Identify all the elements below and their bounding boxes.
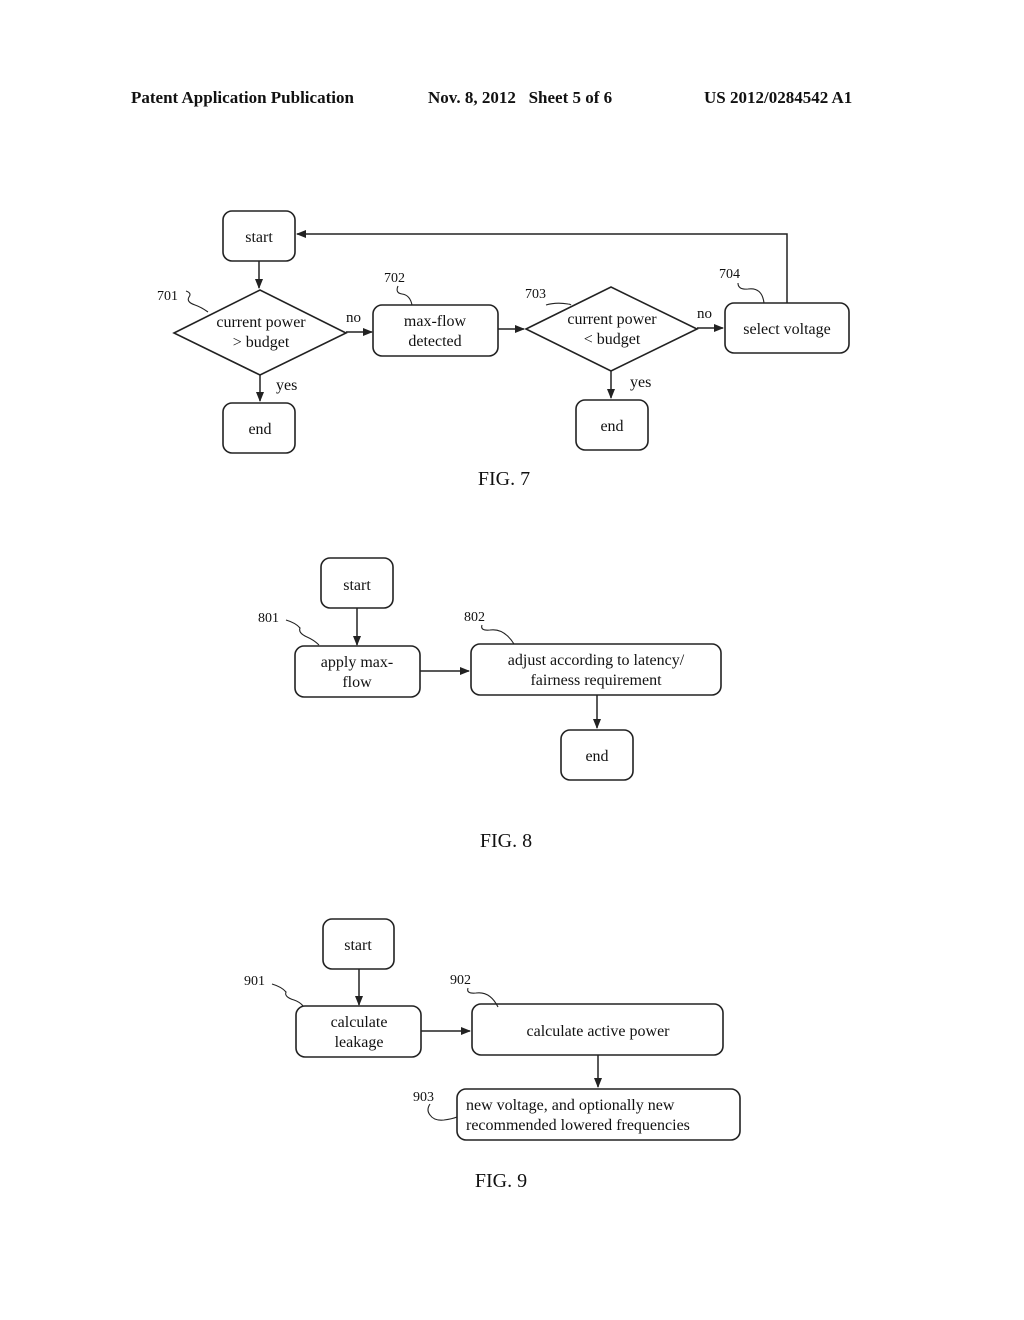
fig7-process-704: select voltage xyxy=(724,302,850,354)
ref-901-leader xyxy=(271,983,304,1007)
flowchart-canvas: start current power > budget 701 no yes … xyxy=(157,210,850,1192)
fig7-process-702: max-flow detected xyxy=(372,304,499,357)
fig7-end-node-2: end xyxy=(575,399,649,451)
process-901-line1: calculate xyxy=(331,1014,388,1031)
process-702-line1: max-flow xyxy=(404,313,467,330)
fig7-no-label-2: no xyxy=(697,306,712,322)
fig9-start-label: start xyxy=(344,937,372,954)
decision-703-line2: < budget xyxy=(584,331,641,348)
fig7-end-label-2: end xyxy=(600,418,623,435)
ref-702-leader xyxy=(396,285,413,306)
decision-703-line1: current power xyxy=(567,311,657,328)
ref-704: 704 xyxy=(719,267,740,282)
fig7-end-label-1: end xyxy=(248,421,271,438)
ref-902: 902 xyxy=(450,973,471,988)
fig9-start-node: start xyxy=(322,918,395,970)
ref-802-leader xyxy=(481,624,515,645)
ref-703: 703 xyxy=(525,287,546,302)
fig8-end-label: end xyxy=(585,748,608,765)
figure-9: start calculate leakage 901 calculate ac… xyxy=(244,918,741,1192)
fig7-start-node: start xyxy=(222,210,296,262)
process-704-label: select voltage xyxy=(743,321,831,338)
decision-701-line2: > budget xyxy=(233,334,290,351)
ref-703-leader xyxy=(545,302,572,306)
process-702-line2: detected xyxy=(408,333,461,350)
process-801-line1: apply max- xyxy=(321,654,393,671)
process-902-label: calculate active power xyxy=(526,1023,670,1040)
ref-702: 702 xyxy=(384,271,405,286)
ref-903: 903 xyxy=(413,1090,434,1105)
process-802-line2: fairness requirement xyxy=(530,672,662,689)
figure-8: start apply max- flow 801 adjust accordi… xyxy=(258,557,722,852)
process-901-line2: leakage xyxy=(335,1034,384,1051)
ref-704-leader xyxy=(737,282,765,304)
ref-901: 901 xyxy=(244,974,265,989)
fig7-no-label-1: no xyxy=(346,310,361,326)
fig7-start-label: start xyxy=(245,229,273,246)
fig8-start-node: start xyxy=(320,557,394,609)
process-802-line1: adjust according to latency/ xyxy=(508,652,685,669)
fig8-process-802: adjust according to latency/ fairness re… xyxy=(470,643,722,696)
fig7-decision-703: current power < budget xyxy=(524,286,699,372)
ref-701-leader xyxy=(185,290,209,313)
fig7-end-node-1: end xyxy=(222,402,296,454)
fig8-end-node: end xyxy=(560,729,634,781)
fig9-process-902: calculate active power xyxy=(471,1003,724,1056)
fig9-caption: FIG. 9 xyxy=(475,1170,527,1192)
ref-903-leader xyxy=(427,1103,458,1121)
process-903-line1: new voltage, and optionally new xyxy=(466,1097,675,1114)
fig8-start-label: start xyxy=(343,577,371,594)
process-903-line2: recommended lowered frequencies xyxy=(466,1117,690,1134)
ref-701: 701 xyxy=(157,289,178,304)
ref-801-leader xyxy=(285,619,320,646)
fig9-process-901: calculate leakage xyxy=(295,1005,422,1058)
fig8-caption: FIG. 8 xyxy=(480,830,532,852)
fig7-decision-701: current power > budget xyxy=(172,289,348,376)
ref-801: 801 xyxy=(258,611,279,626)
fig8-process-801: apply max- flow xyxy=(294,645,421,698)
fig7-yes-label-1: yes xyxy=(276,377,297,394)
fig7-yes-label-2: yes xyxy=(630,374,651,391)
ref-802: 802 xyxy=(464,610,485,625)
process-801-line2: flow xyxy=(342,674,372,691)
figure-7: start current power > budget 701 no yes … xyxy=(157,210,850,490)
decision-701-line1: current power xyxy=(216,314,306,331)
fig7-caption: FIG. 7 xyxy=(478,468,530,490)
fig9-process-903: new voltage, and optionally new recommen… xyxy=(456,1088,741,1141)
